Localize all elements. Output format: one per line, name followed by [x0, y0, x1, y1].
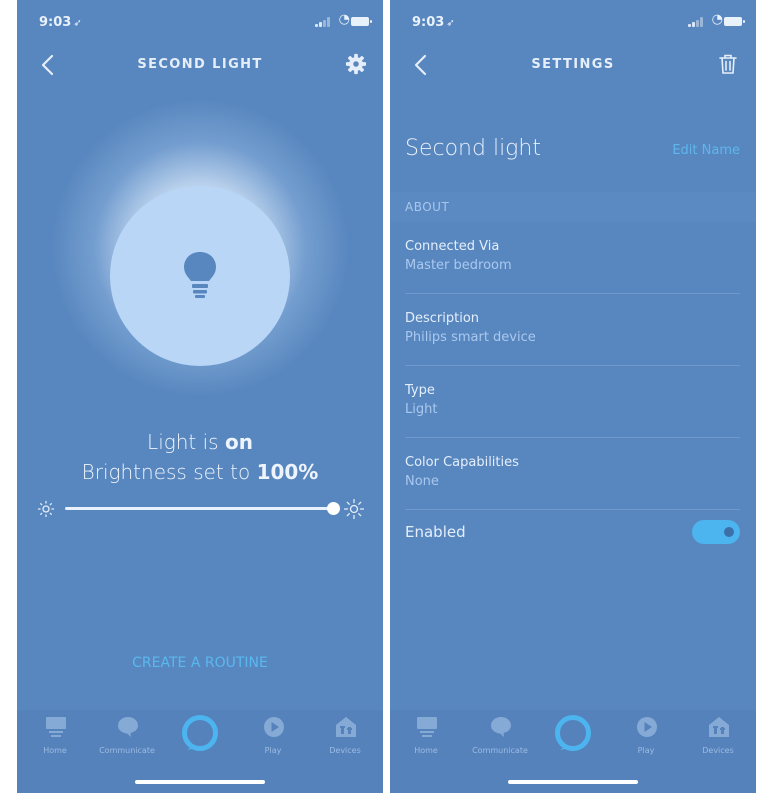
home-icon — [46, 717, 66, 737]
brightness-high-icon — [344, 499, 364, 519]
device-settings-screen: 9:03 ➶ ◔ SETTINGS Second light Edit Name … — [390, 0, 756, 793]
tab-bar: Home Communicate Play Devices — [390, 710, 756, 793]
status-bar: 9:03 ➶ ◔ — [17, 0, 383, 44]
wifi-icon: ◔ — [711, 12, 723, 27]
brightness-value: 100% — [256, 460, 319, 484]
page-title: SETTINGS — [531, 57, 615, 72]
create-routine-link[interactable]: CREATE A ROUTINE — [17, 655, 383, 671]
navigation-bar: SECOND LIGHT — [17, 44, 383, 86]
device-detail-screen: 9:03 ➶ ◔ SECOND LIGHT Light is on Bright… — [17, 0, 383, 793]
enabled-toggle[interactable] — [692, 520, 740, 544]
brightness-slider[interactable] — [65, 507, 335, 510]
enabled-label: Enabled — [405, 523, 466, 541]
info-row-color-capabilities: Color Capabilities None — [405, 438, 740, 510]
brightness-low-icon — [37, 500, 55, 518]
home-indicator[interactable] — [135, 780, 265, 784]
alexa-ring-icon[interactable] — [181, 714, 219, 752]
status-bar: 9:03 ➶ ◔ — [390, 0, 756, 44]
page-title: SECOND LIGHT — [137, 57, 263, 72]
navigation-bar: SETTINGS — [390, 44, 756, 86]
status-time: 9:03 ➶ — [412, 15, 455, 30]
chat-bubble-icon — [118, 717, 138, 737]
light-state-value: on — [224, 430, 253, 454]
edit-name-link[interactable]: Edit Name — [672, 143, 740, 158]
info-row-connected-via: Connected Via Master bedroom — [405, 222, 740, 294]
chat-bubble-icon — [491, 717, 511, 737]
brightness-slider-thumb[interactable] — [327, 502, 340, 515]
home-indicator[interactable] — [508, 780, 638, 784]
wifi-icon: ◔ — [338, 12, 350, 27]
alexa-ring-icon[interactable] — [554, 714, 592, 752]
battery-icon — [724, 17, 745, 26]
light-state-text: Light is on — [147, 430, 253, 454]
section-header-about: ABOUT — [390, 192, 756, 222]
battery-icon — [351, 17, 372, 26]
info-row-description: Description Philips smart device — [405, 294, 740, 366]
brightness-text: Brightness set to 100% — [81, 460, 319, 484]
cellular-signal-icon — [688, 17, 703, 27]
play-icon — [637, 717, 657, 737]
trash-icon[interactable] — [718, 53, 738, 75]
status-time: 9:03 ➶ — [39, 15, 82, 30]
tab-bar: Home Communicate Play Devices — [17, 710, 383, 793]
devices-home-icon — [709, 717, 729, 737]
toggle-knob — [724, 527, 734, 537]
info-row-type: Type Light — [405, 366, 740, 438]
play-icon — [264, 717, 284, 737]
device-name: Second light — [405, 136, 541, 161]
cellular-signal-icon — [315, 17, 330, 27]
home-icon — [417, 717, 437, 737]
devices-home-icon — [336, 717, 356, 737]
gear-icon[interactable] — [345, 53, 367, 75]
lightbulb-icon — [184, 252, 216, 298]
